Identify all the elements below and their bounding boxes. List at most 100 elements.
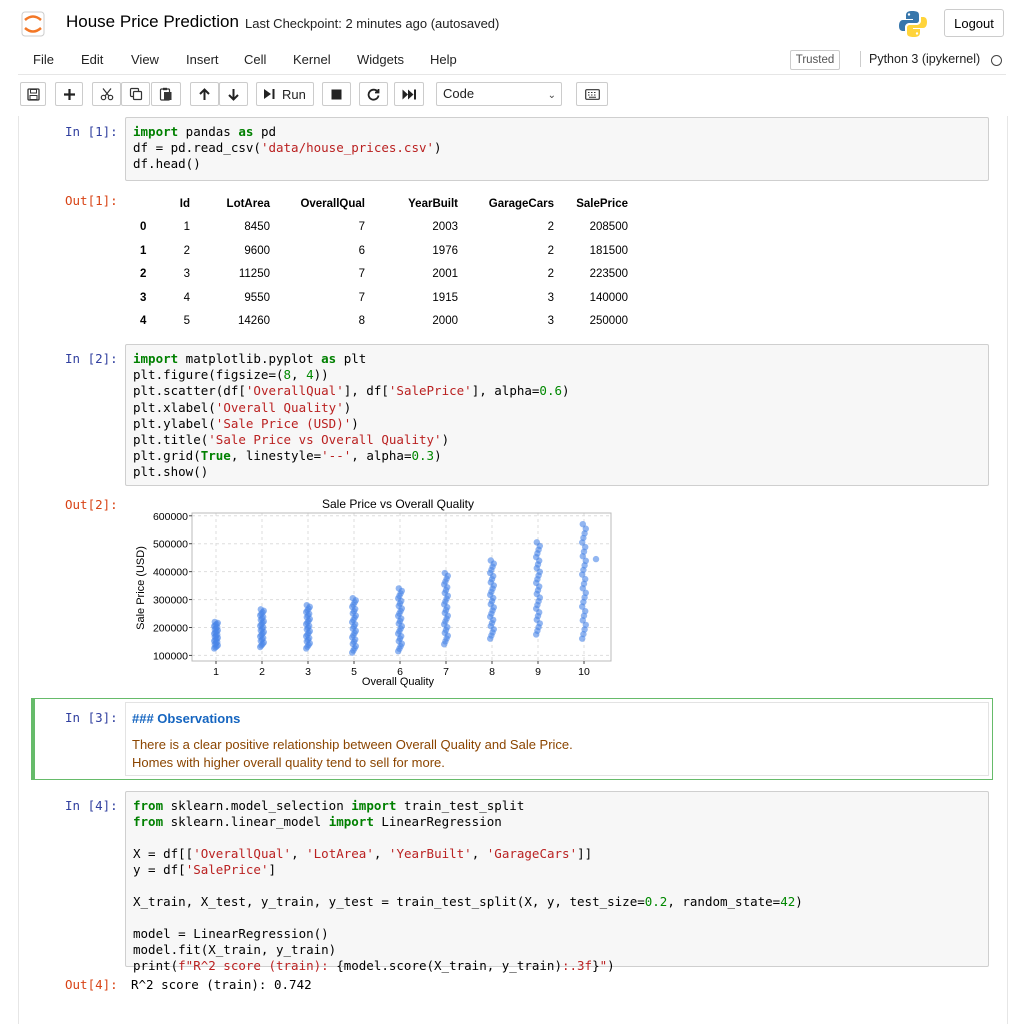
table-row: 1 2 9600 6 1976 2 181500 [130,239,628,263]
y-tick-label: 100000 [153,650,188,662]
x-tick-label: 1 [213,666,219,678]
run-icon [264,89,275,99]
restart-button[interactable] [359,82,388,106]
menu-view[interactable]: View [131,52,159,67]
y-tick-label: 500000 [153,539,188,551]
menu-insert[interactable]: Insert [186,52,219,67]
trusted-badge[interactable]: Trusted [790,50,840,70]
x-tick-label: 5 [351,666,357,678]
move-down-button[interactable] [219,82,248,106]
cut-button[interactable] [92,82,121,106]
restart-run-all-button[interactable] [394,82,424,106]
notebook-header: House Price Prediction Last Checkpoint: … [0,0,1024,46]
code-cell-1[interactable]: import pandas as pd df = pd.read_csv('da… [125,117,989,181]
selected-cell-bar [31,698,35,780]
data-point [395,585,402,592]
data-point [579,520,586,528]
table-row: 3 4 9550 7 1915 3 140000 [130,286,628,310]
table-cell: 0 [140,221,147,234]
data-point [257,606,264,613]
table-cell: 1 [183,221,190,234]
chart-title: Sale Price vs Overall Quality [322,497,474,511]
interrupt-button[interactable] [322,82,351,106]
x-tick-label: 3 [305,666,311,678]
out-prompt: Out[1]: [65,193,118,208]
kernel-idle-icon [991,55,1002,66]
x-axis-label: Overall Quality [362,676,435,688]
arrow-down-icon [228,88,239,101]
menu-widgets[interactable]: Widgets [357,52,404,67]
markdown-line-1[interactable]: There is a clear positive relationship b… [132,737,573,752]
data-point [349,594,356,602]
code-text[interactable]: import matplotlib.pyplot as plt plt.figu… [133,351,570,481]
jupyter-logo-icon[interactable] [20,10,46,38]
checkpoint-status: Last Checkpoint: 2 minutes ago (autosave… [245,16,500,31]
table-cell: 8450 [244,221,270,234]
x-tick-label: 8 [489,666,495,678]
y-tick-label: 400000 [153,567,188,579]
x-tick-label: 9 [535,666,541,678]
out-prompt: Out[2]: [65,497,118,512]
x-tick-label: 2 [259,666,265,678]
menu-kernel[interactable]: Kernel [293,52,331,67]
code-cell-2[interactable]: import matplotlib.pyplot as plt plt.figu… [125,344,989,486]
move-up-button[interactable] [190,82,219,106]
outlier-point [592,555,600,563]
markdown-editor[interactable]: ### Observations There is a clear positi… [125,702,989,776]
table-cell: 4 [140,315,147,328]
code-text[interactable]: from sklearn.model_selection import trai… [133,798,803,974]
code-cell-4[interactable]: from sklearn.model_selection import trai… [125,791,989,973]
run-button[interactable]: Run [256,82,314,106]
table-cell: 3 [140,291,147,304]
x-tick-label: 7 [443,666,449,678]
insert-cell-button[interactable] [55,82,83,106]
fast-forward-icon [402,89,416,99]
table-row: 2 3 11250 7 2001 2 223500 [130,263,628,287]
table-cell: 4 [183,291,190,304]
menu-cell[interactable]: Cell [244,52,266,67]
notebook-title[interactable]: House Price Prediction [66,12,239,32]
dataframe-table: Id LotArea OverallQual YearBuilt GarageC… [130,192,628,333]
y-tick-label: 200000 [153,622,188,634]
keyboard-icon [584,88,600,100]
kernel-name[interactable]: Python 3 (ipykernel) [869,52,980,66]
menu-file[interactable]: File [33,52,54,67]
markdown-line-2[interactable]: Homes with higher overall quality tend t… [132,755,445,770]
copy-button[interactable] [121,82,150,106]
menu-help[interactable]: Help [430,52,457,67]
table-header-row: Id LotArea OverallQual YearBuilt GarageC… [130,192,628,216]
data-point [211,618,218,626]
code-text[interactable]: import pandas as pd df = pd.read_csv('da… [133,124,442,173]
logout-button[interactable]: Logout [944,9,1004,37]
save-button[interactable] [20,82,46,106]
in-prompt: In [4]: [65,798,118,813]
x-tick-label: 10 [578,666,590,678]
cell-output-text: R^2 score (train): 0.742 [131,977,312,992]
table-cell: 6 [358,244,365,257]
table-header: LotArea [226,197,270,210]
table-header: Id [179,197,190,210]
table-cell: 140000 [589,291,628,304]
table-cell: 1 [140,244,147,257]
stop-icon [331,89,342,99]
table-row: 4 5 14260 8 2000 3 250000 [130,310,628,334]
table-cell: 2003 [432,221,458,234]
markdown-heading[interactable]: ### Observations [132,711,240,726]
in-prompt: In [1]: [65,124,118,139]
chart-points [211,520,600,656]
table-cell: 1976 [432,244,458,257]
command-palette-button[interactable] [576,82,608,106]
chevron-down-icon: ⌄ [547,90,556,101]
toolbar: Run Code ⌄ [18,78,1006,112]
table-cell: 208500 [589,221,628,234]
cell-type-select[interactable]: Code ⌄ [436,82,562,106]
table-row: 0 1 8450 7 2003 2 208500 [130,216,628,240]
table-cell: 2 [183,244,190,257]
menu-edit[interactable]: Edit [81,52,103,67]
table-cell: 14260 [238,315,270,328]
table-cell: 11250 [238,268,270,281]
restart-icon [367,88,380,101]
paste-button[interactable] [151,82,181,106]
in-prompt: In [2]: [65,351,118,366]
paste-icon [159,87,172,101]
